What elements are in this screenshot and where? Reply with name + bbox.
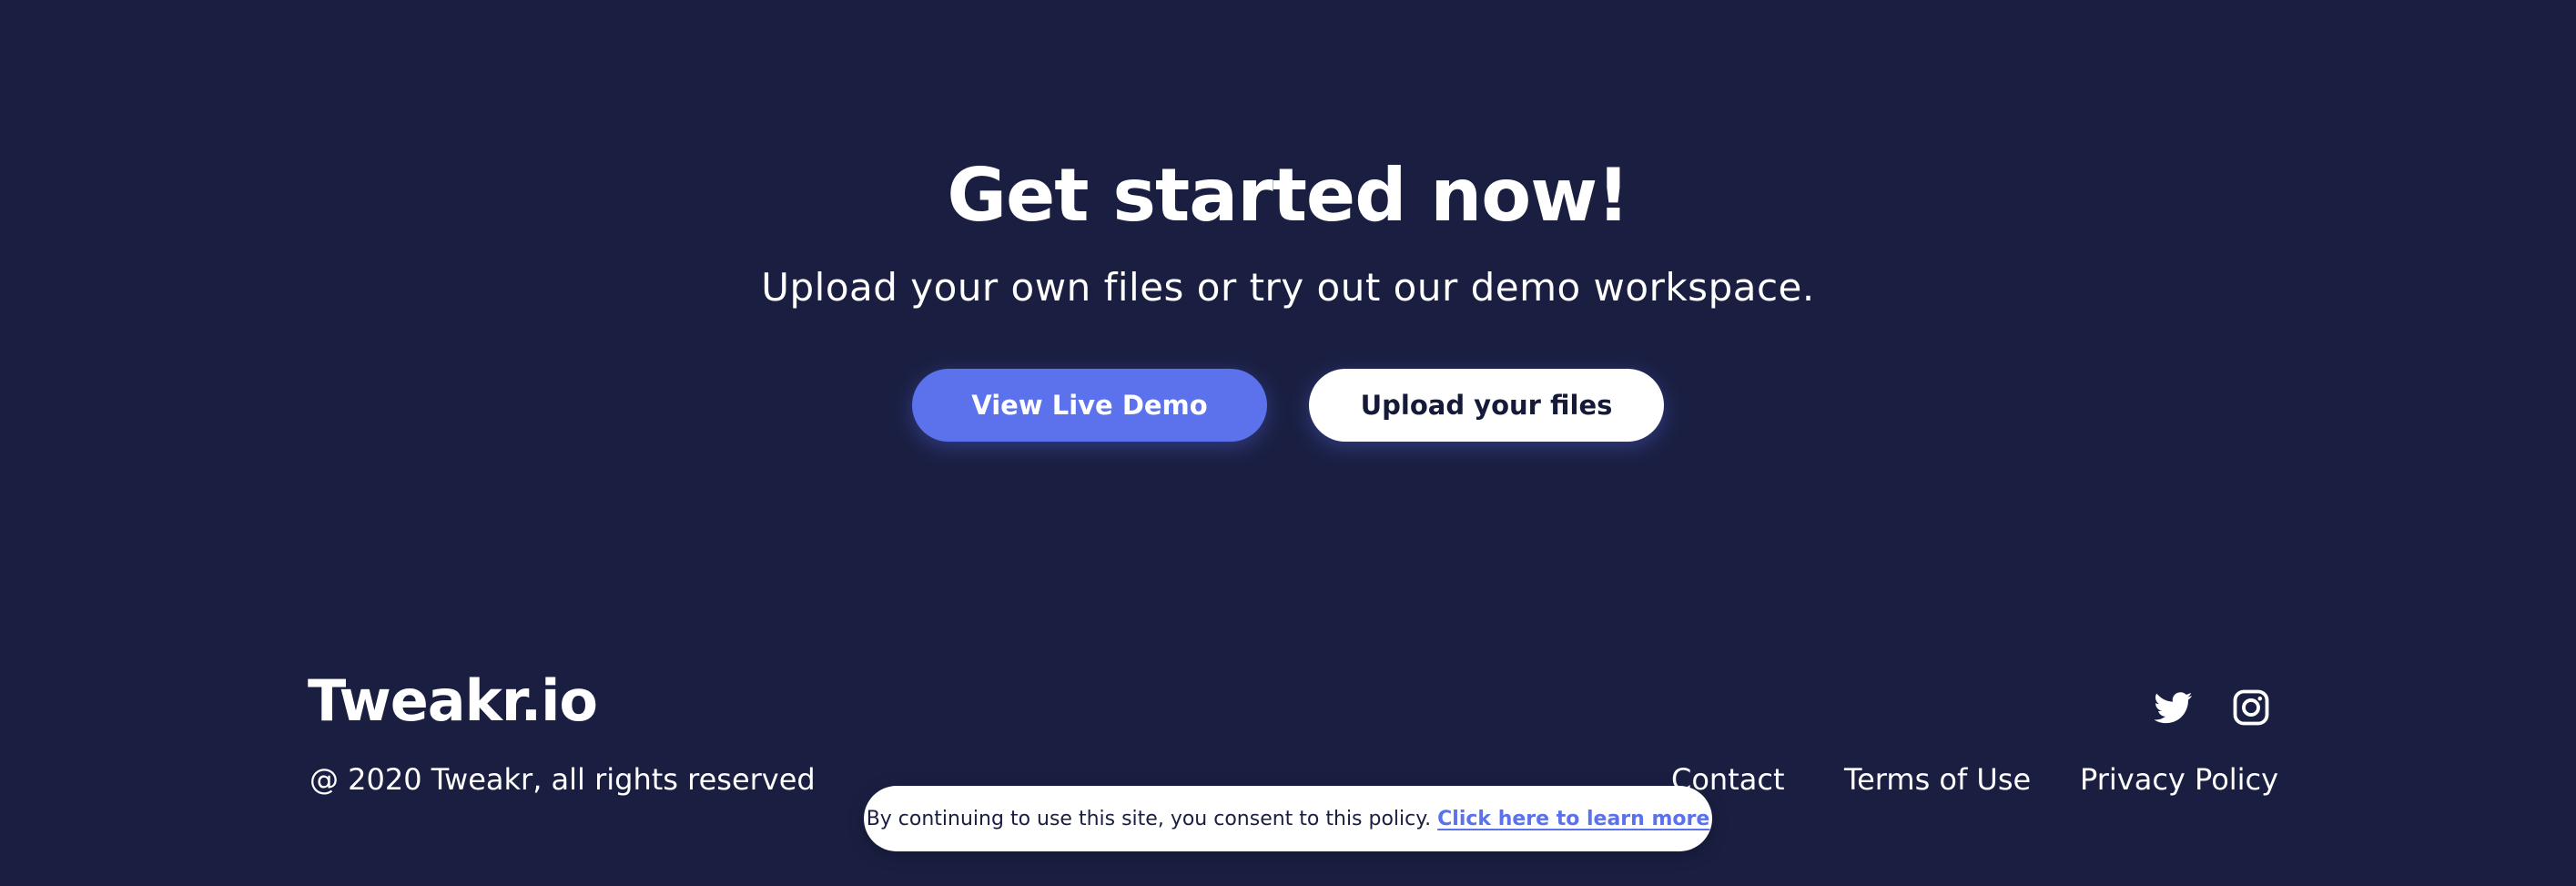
twitter-icon[interactable]: [2154, 688, 2193, 727]
footer-logo[interactable]: Tweakr.io: [308, 665, 598, 738]
cookie-banner-text: By continuing to use this site, you cons…: [866, 807, 1432, 830]
cookie-learn-more-link[interactable]: Click here to learn more: [1437, 808, 1709, 830]
upload-files-button[interactable]: Upload your files: [1309, 369, 1664, 442]
view-live-demo-button[interactable]: View Live Demo: [912, 369, 1267, 442]
cookie-banner: By continuing to use this site, you cons…: [864, 786, 1712, 851]
footer-copyright: @ 2020 Tweakr, all rights reserved: [309, 762, 816, 797]
cta-subtitle: Upload your own files or try out our dem…: [761, 265, 1815, 310]
instagram-icon[interactable]: [2232, 688, 2270, 727]
cta-title: Get started now!: [947, 153, 1629, 238]
footer-links: Contact Terms of Use Privacy Policy: [1671, 761, 2278, 798]
footer-link-privacy[interactable]: Privacy Policy: [2080, 761, 2278, 798]
footer-link-terms[interactable]: Terms of Use: [1844, 761, 2031, 798]
